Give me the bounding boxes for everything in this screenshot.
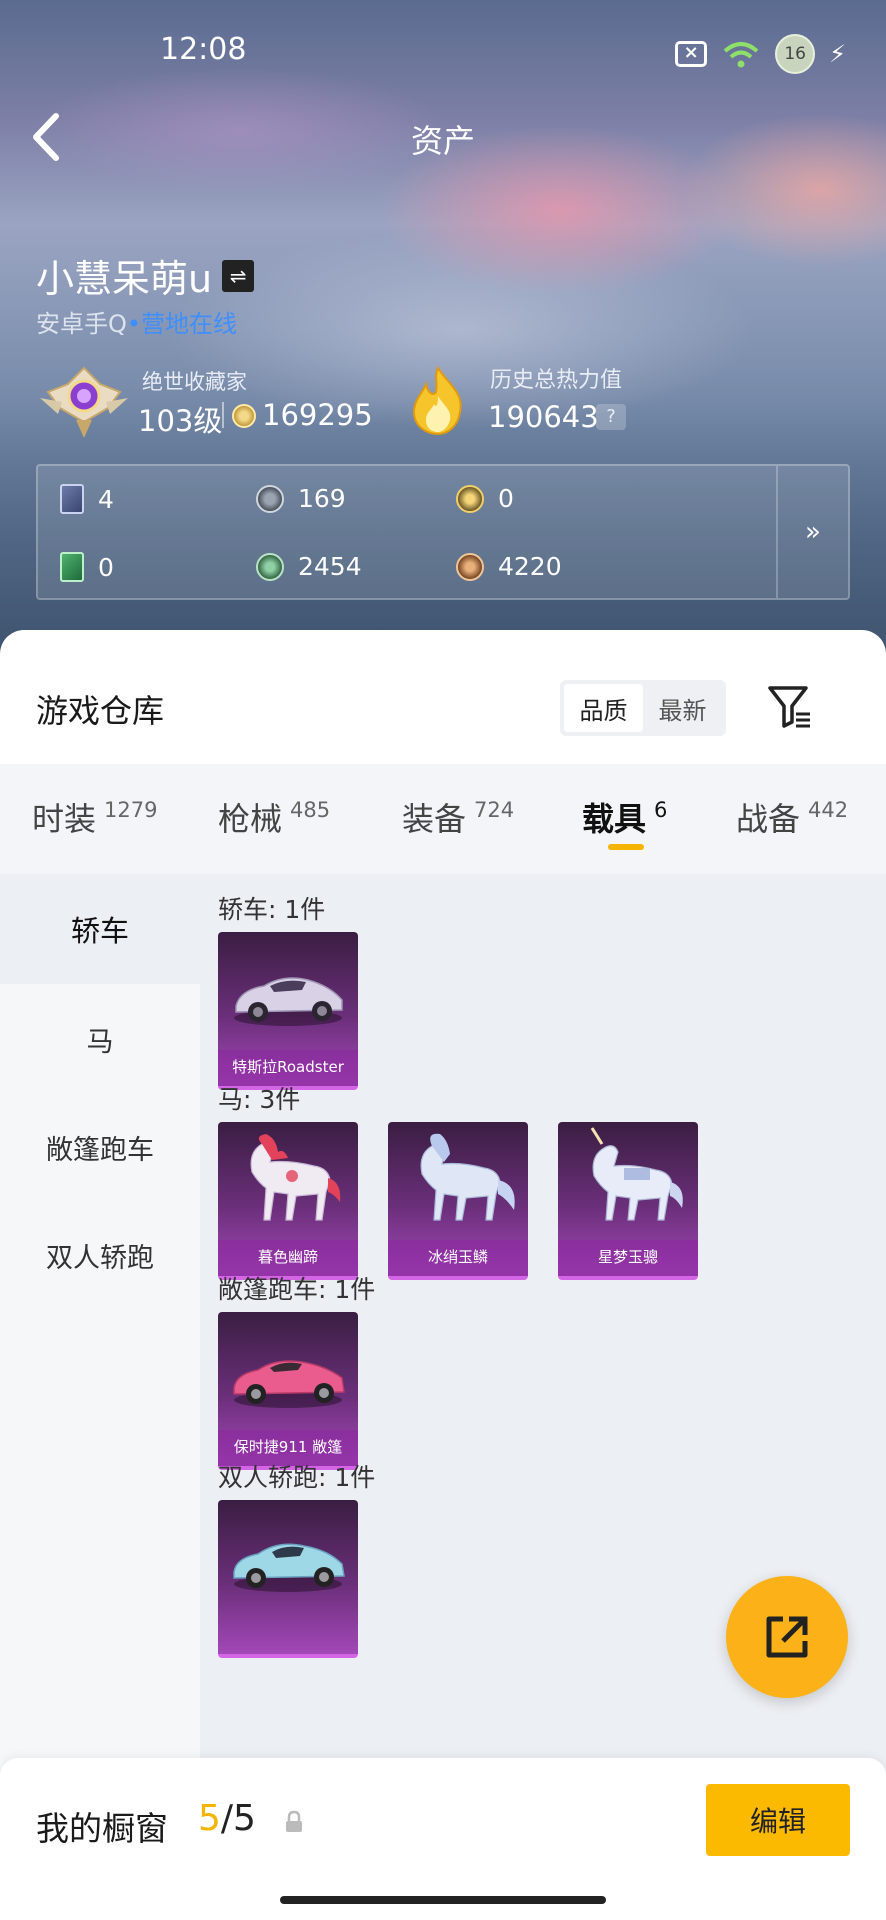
platform-status: 安卓手Q•营地在线 [36,304,237,339]
tab-weapons[interactable]: 枪械 485 [218,794,330,840]
asset-value: 4 [98,484,114,514]
online-status: 营地在线 [141,310,238,338]
page-title: 资产 [410,122,475,160]
asset-item: 169 [256,484,346,513]
item-card[interactable] [218,1500,358,1658]
tab-label: 装备 [402,800,467,838]
showcase-separator: / [220,1798,234,1839]
asset-value: 169 [298,484,346,513]
silver-coin-icon [256,484,284,513]
charging-icon: ⚡ [829,40,846,68]
gold-emblem-icon [456,484,484,513]
tab-label: 战备 [736,800,801,838]
asset-item: 2454 [256,552,362,581]
tab-label: 载具 [582,800,647,838]
sidebar-item-coupe[interactable]: 双人轿跑 [0,1200,200,1310]
status-icons: × 16 ⚡ [675,34,846,74]
tab-count: 724 [474,798,515,822]
help-icon[interactable]: ? [596,404,626,430]
item-name: 冰绡玉鳞 [388,1240,528,1276]
group-title: 马: 3件 [218,1085,301,1114]
tab-fashion[interactable]: 时装 1279 [32,794,157,840]
purple-card-icon [60,484,84,514]
tesla-car-image [234,977,343,1026]
showcase-current: 5 [198,1798,221,1839]
more-assets-icon[interactable]: » [776,466,848,598]
horse-unicorn-image [590,1127,683,1221]
item-card[interactable]: 星梦玉骢 [558,1122,698,1280]
sidebar-item-horse[interactable]: 马 [0,984,200,1094]
group-title: 双人轿跑: 1件 [218,1463,376,1492]
tab-count: 442 [808,798,849,822]
heat-title: 历史总热力值 [490,368,623,393]
collection-points: 169295 [262,398,373,432]
showcase-label: 我的橱窗 [36,1809,168,1848]
tab-label: 枪械 [218,800,283,838]
sidebar-item-convertible[interactable]: 敞篷跑车 [0,1092,200,1202]
username: 小慧呆萌u ⇌ [36,248,255,303]
home-indicator [280,1896,606,1904]
rank-level: 103级 [138,404,223,438]
asset-value: 0 [98,552,114,582]
item-card[interactable]: 特斯拉Roadster [218,932,358,1090]
username-text: 小慧呆萌u [36,257,213,301]
sort-newest-button[interactable]: 最新 [643,684,722,732]
category-tabs: 时装 1279 枪械 485 装备 724 载具 6 战备 442 [0,764,886,874]
asset-item: 0 [60,552,114,582]
warehouse-title: 游戏仓库 [36,692,165,730]
online-dot: • [126,310,142,338]
share-icon [766,1616,808,1658]
porsche-car-image [233,1360,345,1408]
no-sim-icon: × [675,41,708,67]
tab-count: 485 [290,798,331,822]
battery-icon: 16 [775,34,816,74]
share-button[interactable] [726,1576,848,1698]
asset-value: 4220 [498,552,562,581]
showcase-total: 5 [233,1798,256,1839]
currency-summary[interactable]: 4 169 0 0 2454 4220 » [36,464,850,600]
tab-count: 6 [654,798,668,822]
sidebar-item-sedan[interactable]: 轿车 [0,874,200,984]
tab-count: 1279 [104,798,158,822]
sort-quality-button[interactable]: 品质 [564,684,643,732]
active-tab-indicator [608,844,644,850]
platform-label: 安卓手Q [36,310,127,338]
sort-toggle: 品质 最新 [560,680,726,736]
tab-vehicles[interactable]: 载具 6 [582,794,667,840]
asset-value: 2454 [298,552,362,581]
asset-item: 4220 [456,552,562,581]
bronze-coin-icon [456,552,484,581]
item-card[interactable]: 冰绡玉鳞 [388,1122,528,1280]
green-card-icon [60,552,84,582]
coupe-car-image [233,1543,345,1592]
showcase-count: 5/5 [198,1798,256,1839]
green-coin-icon [256,552,284,581]
tab-supplies[interactable]: 战备 442 [736,794,848,840]
group-title: 敞篷跑车: 1件 [218,1275,376,1304]
asset-item: 4 [60,484,114,514]
collector-badge-icon[interactable] [38,362,130,442]
lock-icon [286,1810,302,1832]
horse-dusk-image [250,1134,341,1221]
item-card[interactable]: 暮色幽蹄 [218,1122,358,1280]
item-card[interactable]: 保时捷911 敞篷 [218,1312,358,1470]
collection-coin-icon [232,404,256,428]
warehouse-panel: 游戏仓库 品质 最新 时装 1279 枪械 485 装备 724 载具 6 战备… [0,630,886,1920]
heat-flame-icon [412,366,462,436]
tab-equipment[interactable]: 装备 724 [402,794,514,840]
rank-separator [222,402,224,428]
asset-item: 0 [456,484,514,513]
filter-icon[interactable] [766,682,814,730]
wifi-icon [723,42,759,68]
status-time: 12:08 [160,32,247,67]
asset-value: 0 [498,484,514,513]
rank-title: 绝世收藏家 [142,370,247,394]
switch-account-icon[interactable]: ⇌ [222,259,255,292]
item-name: 星梦玉骢 [558,1240,698,1276]
edit-button[interactable]: 编辑 [706,1784,850,1856]
group-title: 轿车: 1件 [218,895,326,924]
horse-ice-image [420,1133,515,1221]
tab-label: 时装 [32,800,97,838]
heat-value: 190643 [488,400,599,434]
